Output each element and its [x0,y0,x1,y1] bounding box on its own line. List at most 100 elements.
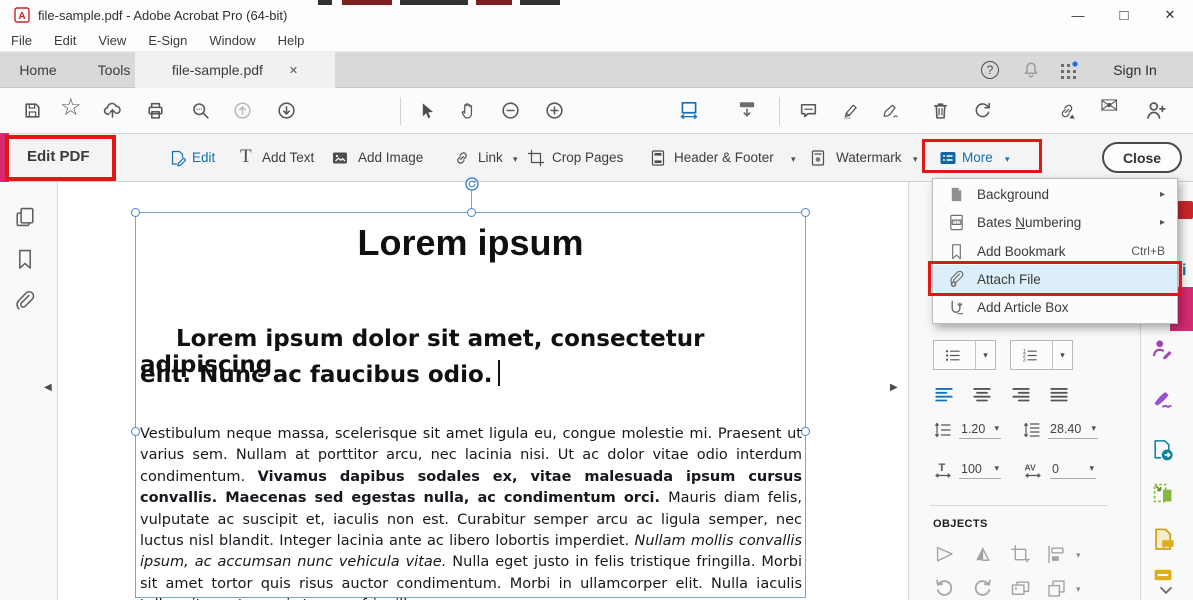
menu-view[interactable]: View [87,33,137,48]
search-icon[interactable] [190,100,211,121]
align-right-icon[interactable] [1010,384,1032,406]
email-icon[interactable]: ✉ [1100,93,1118,119]
document-intro-line2[interactable]: elit. Nunc ac faucibus odio. [140,360,800,388]
watermark-icon[interactable] [808,148,828,168]
horizontal-scale-combo[interactable]: T 100▾ [933,460,1001,480]
align-justify-icon[interactable] [1048,384,1070,406]
add-text-icon[interactable]: T [240,146,252,168]
bullet-list-caret-icon[interactable]: ▾ [975,341,995,369]
menu-item-background[interactable]: Background ▸ [933,180,1177,208]
header-footer-caret-icon[interactable]: ▾ [791,154,796,165]
maximize-button[interactable]: □ [1101,0,1147,30]
paragraph-spacing-combo[interactable]: 28.40▾ [1022,420,1098,440]
tab-document[interactable]: file-sample.pdf ✕ [135,52,335,88]
link-icon[interactable] [1056,100,1078,122]
crop-resize-tool-icon[interactable] [1150,480,1176,506]
page-thumbnails-icon[interactable] [12,204,38,230]
watermark-label[interactable]: Watermark [836,150,902,165]
menu-edit[interactable]: Edit [43,33,87,48]
more-label[interactable]: More [962,150,993,165]
save-icon[interactable] [22,100,43,121]
crop-pages-icon[interactable] [526,148,546,168]
menu-item-bates-numbering[interactable]: 012 Bates Numbering ▸ [933,208,1177,236]
rotate-ccw-icon[interactable] [933,577,956,600]
align-left-icon[interactable] [933,384,955,406]
print-icon[interactable] [145,100,166,121]
delete-icon[interactable] [930,100,951,121]
align-objects-icon[interactable] [1045,543,1068,566]
sign-pen-tool-icon[interactable] [1150,386,1176,412]
selection-handle-top-right[interactable] [801,208,810,217]
add-text-label[interactable]: Add Text [262,150,314,165]
align-center-icon[interactable] [971,384,993,406]
flip-vertical-icon[interactable] [971,543,994,566]
add-image-label[interactable]: Add Image [358,150,423,165]
menu-help[interactable]: Help [267,33,316,48]
help-icon[interactable]: ? [975,52,1005,88]
menu-item-add-article-box[interactable]: Add Article Box [933,294,1177,322]
document-heading[interactable]: Lorem ipsum [135,222,806,264]
notifications-bell-icon[interactable] [1016,52,1046,88]
header-footer-label[interactable]: Header & Footer [674,150,774,165]
replace-image-icon[interactable] [1009,577,1032,600]
bookmarks-panel-icon[interactable] [12,246,38,272]
numbered-list-icon[interactable]: 123 [1011,341,1047,369]
more-caret-icon[interactable]: ▾ [1005,154,1010,165]
create-pdf-tool-icon[interactable] [1176,200,1193,220]
line-spacing-combo[interactable]: 1.20▾ [933,420,1001,440]
sign-in-button[interactable]: Sign In [1100,52,1170,88]
rotate-handle[interactable] [464,176,480,192]
selection-handle-mid-right[interactable] [801,427,810,436]
document-body-paragraph[interactable]: Vestibulum neque massa, scelerisque sit … [140,424,802,600]
link-caret-icon[interactable]: ▾ [513,154,518,165]
menu-window[interactable]: Window [198,33,266,48]
menu-file[interactable]: File [0,33,43,48]
menu-item-add-bookmark[interactable]: Add Bookmark Ctrl+B [933,237,1177,265]
comment-icon[interactable] [798,100,819,121]
character-spacing-combo[interactable]: AV 0▾ [1022,460,1096,480]
more-icon[interactable] [938,148,958,168]
selection-handle-mid-left[interactable] [131,427,140,436]
fit-width-icon[interactable] [678,99,700,121]
edit-tool-label[interactable]: Edit [192,150,215,165]
collapse-left-panel-icon[interactable]: ◀ [44,382,52,393]
export-pdf-tool-icon[interactable]: i [1182,262,1186,280]
favorites-star-icon[interactable]: ☆ [60,93,82,122]
rotate-icon[interactable] [972,100,993,121]
more-tools-chevron-icon[interactable] [1157,584,1175,598]
app-launcher-grid-icon[interactable] [1052,52,1086,88]
selection-handle-top-center[interactable] [467,208,476,217]
tab-home[interactable]: Home [0,52,76,88]
crop-pages-label[interactable]: Crop Pages [552,150,623,165]
hand-tool-icon[interactable] [458,100,479,121]
menu-esign[interactable]: E-Sign [137,33,198,48]
export-pdf-icon[interactable] [1150,437,1176,463]
page-comment-tool-icon[interactable] [1150,526,1177,553]
menu-item-attach-file[interactable]: Attach File [933,265,1177,293]
toolbar-toggle-icon[interactable] [736,99,758,121]
numbered-list-combo[interactable]: 123 ▾ [1010,340,1073,370]
bullet-list-combo[interactable]: ▾ [933,340,996,370]
select-tool-icon[interactable] [416,100,437,121]
rotate-cw-icon[interactable] [971,577,994,600]
tab-close-icon[interactable]: ✕ [289,64,298,77]
edit-tool-icon[interactable] [168,148,188,168]
selection-handle-top-left[interactable] [131,208,140,217]
align-objects-caret-icon[interactable]: ▾ [1076,550,1081,561]
add-user-icon[interactable] [1144,99,1167,122]
watermark-caret-icon[interactable]: ▾ [913,154,918,165]
minimize-button[interactable]: — [1055,0,1101,30]
fill-sign-icon[interactable] [880,100,901,121]
highlight-icon[interactable] [840,100,861,121]
link-tool-label[interactable]: Link [478,150,503,165]
close-window-button[interactable]: ✕ [1147,0,1193,30]
bullet-list-icon[interactable] [934,341,970,369]
share-icon[interactable] [102,100,123,121]
numbered-list-caret-icon[interactable]: ▾ [1052,341,1072,369]
zoom-in-icon[interactable] [544,100,565,121]
attachments-panel-icon[interactable] [12,290,38,316]
flip-horizontal-icon[interactable] [933,543,956,566]
zoom-out-icon[interactable] [500,100,521,121]
close-button[interactable]: Close [1102,142,1182,173]
fill-and-sign-tool-icon[interactable] [1150,336,1176,362]
